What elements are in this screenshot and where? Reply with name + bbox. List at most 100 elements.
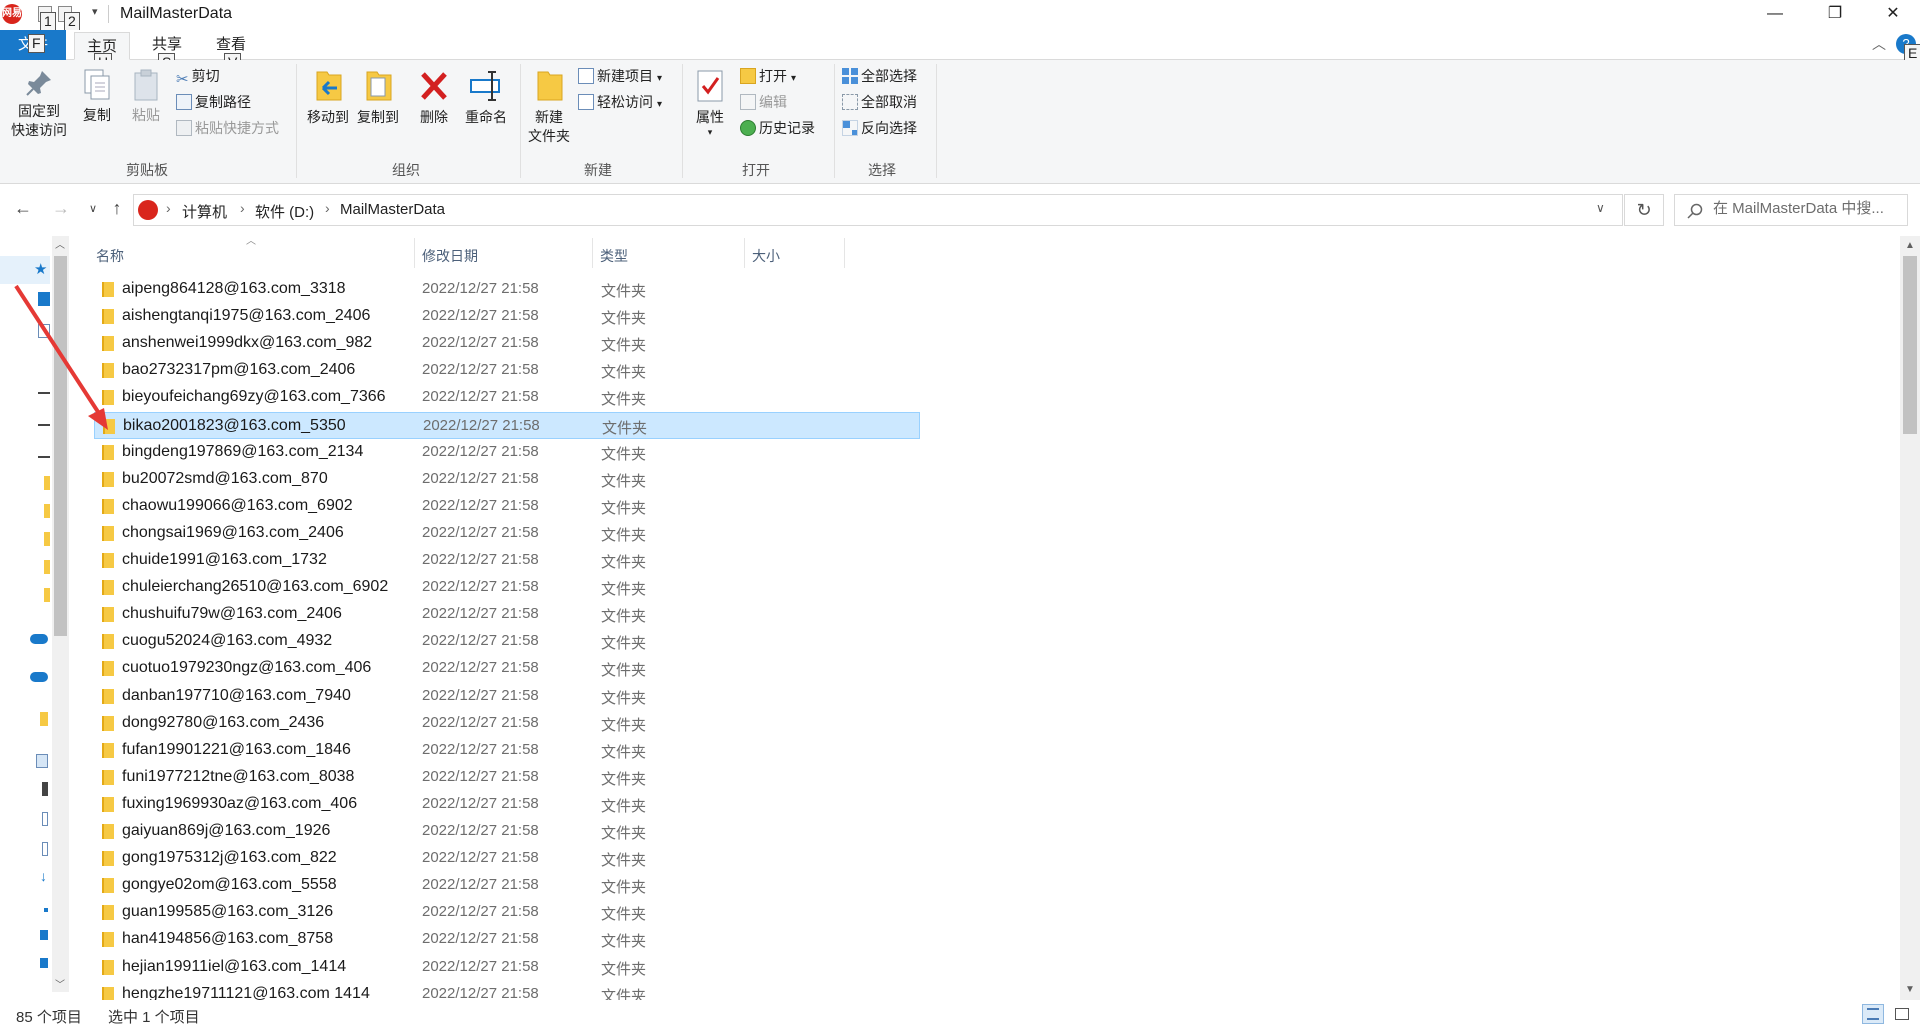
table-row[interactable]: bu20072smd@163.com_870 2022/12/27 21:58 文件… (94, 466, 920, 493)
minimize-ribbon-chevron-icon[interactable]: ︿ (1872, 34, 1886, 54)
column-separator[interactable] (744, 238, 745, 268)
breadcrumb-mailmasterdata[interactable]: MailMasterData (340, 201, 445, 218)
history-button[interactable]: 历史记录 (740, 117, 815, 139)
folder-icon[interactable] (44, 560, 50, 574)
new-item-button[interactable]: 新建项目 ▾ (578, 65, 662, 87)
breadcrumb-computer[interactable]: 计算机 (182, 201, 227, 222)
table-row[interactable]: funi1977212tne@163.com_8038 2022/12/27 21… (94, 764, 920, 791)
column-separator[interactable] (844, 238, 845, 268)
move-to-button[interactable]: 移动到 (302, 68, 354, 127)
folder-icon[interactable] (44, 532, 50, 546)
cut-button[interactable]: ✂ 剪切 (176, 65, 220, 88)
file-list-scrollbar[interactable]: ▲ ▼ (1900, 236, 1920, 1000)
folder-icon[interactable] (44, 476, 50, 490)
table-row[interactable]: chuide1991@163.com_1732 2022/12/27 21:58 文… (94, 547, 920, 574)
close-button[interactable]: ✕ (1864, 0, 1920, 30)
copy-button[interactable]: 复制 (74, 68, 120, 125)
table-row[interactable]: cuotuo1979230ngz@163.com_406 2022/12/27 2… (94, 655, 920, 682)
rename-button[interactable]: 重命名 (460, 68, 512, 127)
column-header-modified[interactable]: 修改日期 (422, 246, 478, 266)
quick-access-star-icon[interactable]: ★ (34, 260, 47, 278)
edit-button[interactable]: 编辑 (740, 91, 787, 113)
paste-button[interactable]: 粘贴 (124, 68, 168, 125)
folder-icon[interactable] (40, 712, 48, 726)
table-row[interactable]: danban197710@163.com_7940 2022/12/27 21:5… (94, 683, 920, 710)
minimize-button[interactable]: — (1746, 0, 1804, 30)
pictures-icon[interactable] (42, 812, 48, 826)
table-row[interactable]: chongsai1969@163.com_2406 2022/12/27 21:5… (94, 520, 920, 547)
breadcrumb-drive-d[interactable]: 软件 (D:) (255, 201, 314, 222)
pin-to-quick-access-button[interactable]: 固定到 快速访问 (6, 68, 72, 140)
scroll-up-arrow-icon[interactable]: ︿ (55, 236, 65, 251)
breadcrumb-separator-icon[interactable]: › (240, 200, 245, 216)
table-row[interactable]: guan199585@163.com_3126 2022/12/27 21:58 文… (94, 899, 920, 926)
column-separator[interactable] (592, 238, 593, 268)
breadcrumb-separator-icon[interactable]: › (325, 200, 330, 216)
table-row[interactable]: gong1975312j@163.com_822 2022/12/27 21:58… (94, 845, 920, 872)
column-header-name[interactable]: 名称 (96, 246, 124, 266)
search-input[interactable] (1713, 200, 1903, 217)
drive-c-icon[interactable] (40, 958, 48, 968)
table-row[interactable]: chushuifu79w@163.com_2406 2022/12/27 21:5… (94, 601, 920, 628)
refresh-button[interactable]: ↻ (1624, 194, 1664, 226)
recent-locations-chevron-icon[interactable]: ∨ (82, 202, 104, 215)
invert-selection-button[interactable]: 反向选择 (842, 117, 917, 139)
onedrive-cloud-icon[interactable] (30, 634, 48, 644)
file-list-scroll-thumb[interactable] (1903, 256, 1917, 434)
address-history-chevron-icon[interactable]: ∨ (1596, 201, 1605, 215)
table-row[interactable]: han4194856@163.com_8758 2022/12/27 21:58 文… (94, 926, 920, 953)
table-row[interactable]: chaowu199066@163.com_6902 2022/12/27 21:5… (94, 493, 920, 520)
table-row[interactable]: hengzhe19711121@163.com 1414 2022/12/27 2… (94, 981, 920, 1000)
table-row[interactable]: chuleierchang26510@163.com_6902 2022/12/2… (94, 574, 920, 601)
onedrive-cloud-icon[interactable] (30, 672, 48, 682)
table-row[interactable]: aipeng864128@163.com_3318 2022/12/27 21:5… (94, 276, 920, 303)
device-icon[interactable] (42, 782, 48, 796)
folder-icon[interactable] (44, 504, 50, 518)
restore-button[interactable]: ❐ (1806, 0, 1864, 30)
open-button[interactable]: 打开 ▾ (740, 65, 796, 87)
column-separator[interactable] (414, 238, 415, 268)
select-none-button[interactable]: 全部取消 (842, 91, 917, 113)
downloads-arrow-icon[interactable]: ↓ (40, 868, 47, 884)
table-row[interactable]: bingdeng197869@163.com_2134 2022/12/27 21… (94, 439, 920, 466)
paste-shortcut-button[interactable]: 粘贴快捷方式 (176, 117, 279, 139)
table-row[interactable]: fuxing1969930az@163.com_406 2022/12/27 21… (94, 791, 920, 818)
tab-share[interactable]: 共享 (152, 33, 182, 54)
music-icon[interactable] (44, 908, 48, 912)
search-box[interactable] (1674, 194, 1908, 226)
easy-access-button[interactable]: 轻松访问 ▾ (578, 91, 662, 113)
pinned-item-icon[interactable] (38, 456, 50, 458)
forward-arrow-icon[interactable]: → (50, 198, 72, 219)
breadcrumb-separator-icon[interactable]: › (166, 200, 171, 216)
new-folder-button[interactable]: 新建 文件夹 (524, 68, 574, 146)
copy-to-button[interactable]: 复制到 (352, 68, 404, 127)
up-arrow-icon[interactable]: ↑ (106, 198, 128, 219)
copy-path-button[interactable]: 复制路径 (176, 91, 251, 113)
scroll-down-arrow-icon[interactable]: ▼ (1900, 984, 1920, 995)
table-row[interactable]: fufan19901221@163.com_1846 2022/12/27 21:… (94, 737, 920, 764)
tab-view[interactable]: 查看 (216, 33, 246, 54)
table-row[interactable]: dong92780@163.com_2436 2022/12/27 21:58 文件… (94, 710, 920, 737)
column-header-size[interactable]: 大小 (752, 246, 780, 266)
table-row[interactable]: bao2732317pm@163.com_2406 2022/12/27 21:5… (94, 357, 920, 384)
table-row[interactable]: cuogu52024@163.com_4932 2022/12/27 21:58 文… (94, 628, 920, 655)
scroll-up-arrow-icon[interactable]: ▲ (1900, 240, 1920, 251)
table-row[interactable]: anshenwei1999dkx@163.com_982 2022/12/27 2… (94, 330, 920, 357)
table-row[interactable]: bieyoufeichang69zy@163.com_7366 2022/12/2… (94, 384, 920, 411)
column-header-type[interactable]: 类型 (600, 246, 628, 266)
this-pc-icon[interactable] (36, 754, 48, 768)
table-row[interactable]: gaiyuan869j@163.com_1926 2022/12/27 21:58… (94, 818, 920, 845)
delete-button[interactable]: 删除 (412, 68, 456, 127)
select-all-button[interactable]: 全部选择 (842, 65, 917, 87)
table-row[interactable]: bikao2001823@163.com_5350 2022/12/27 21:5… (94, 411, 920, 439)
documents-icon[interactable] (42, 842, 48, 856)
back-arrow-icon[interactable]: ← (12, 198, 34, 219)
table-row[interactable]: gongye02om@163.com_5558 2022/12/27 21:58 文… (94, 872, 920, 899)
customize-qat-chevron-icon[interactable]: ▾ (92, 5, 98, 18)
table-row[interactable]: hejian19911iel@163.com_1414 2022/12/27 21… (94, 954, 920, 981)
address-bar[interactable]: › 计算机 › 软件 (D:) › MailMasterData ∨ (133, 194, 1623, 226)
details-view-button[interactable] (1862, 1004, 1884, 1024)
large-icons-view-button[interactable] (1890, 1004, 1912, 1024)
properties-button[interactable]: 属性 ▾ (688, 68, 732, 137)
table-row[interactable]: aishengtanqi1975@163.com_2406 2022/12/27 … (94, 303, 920, 330)
